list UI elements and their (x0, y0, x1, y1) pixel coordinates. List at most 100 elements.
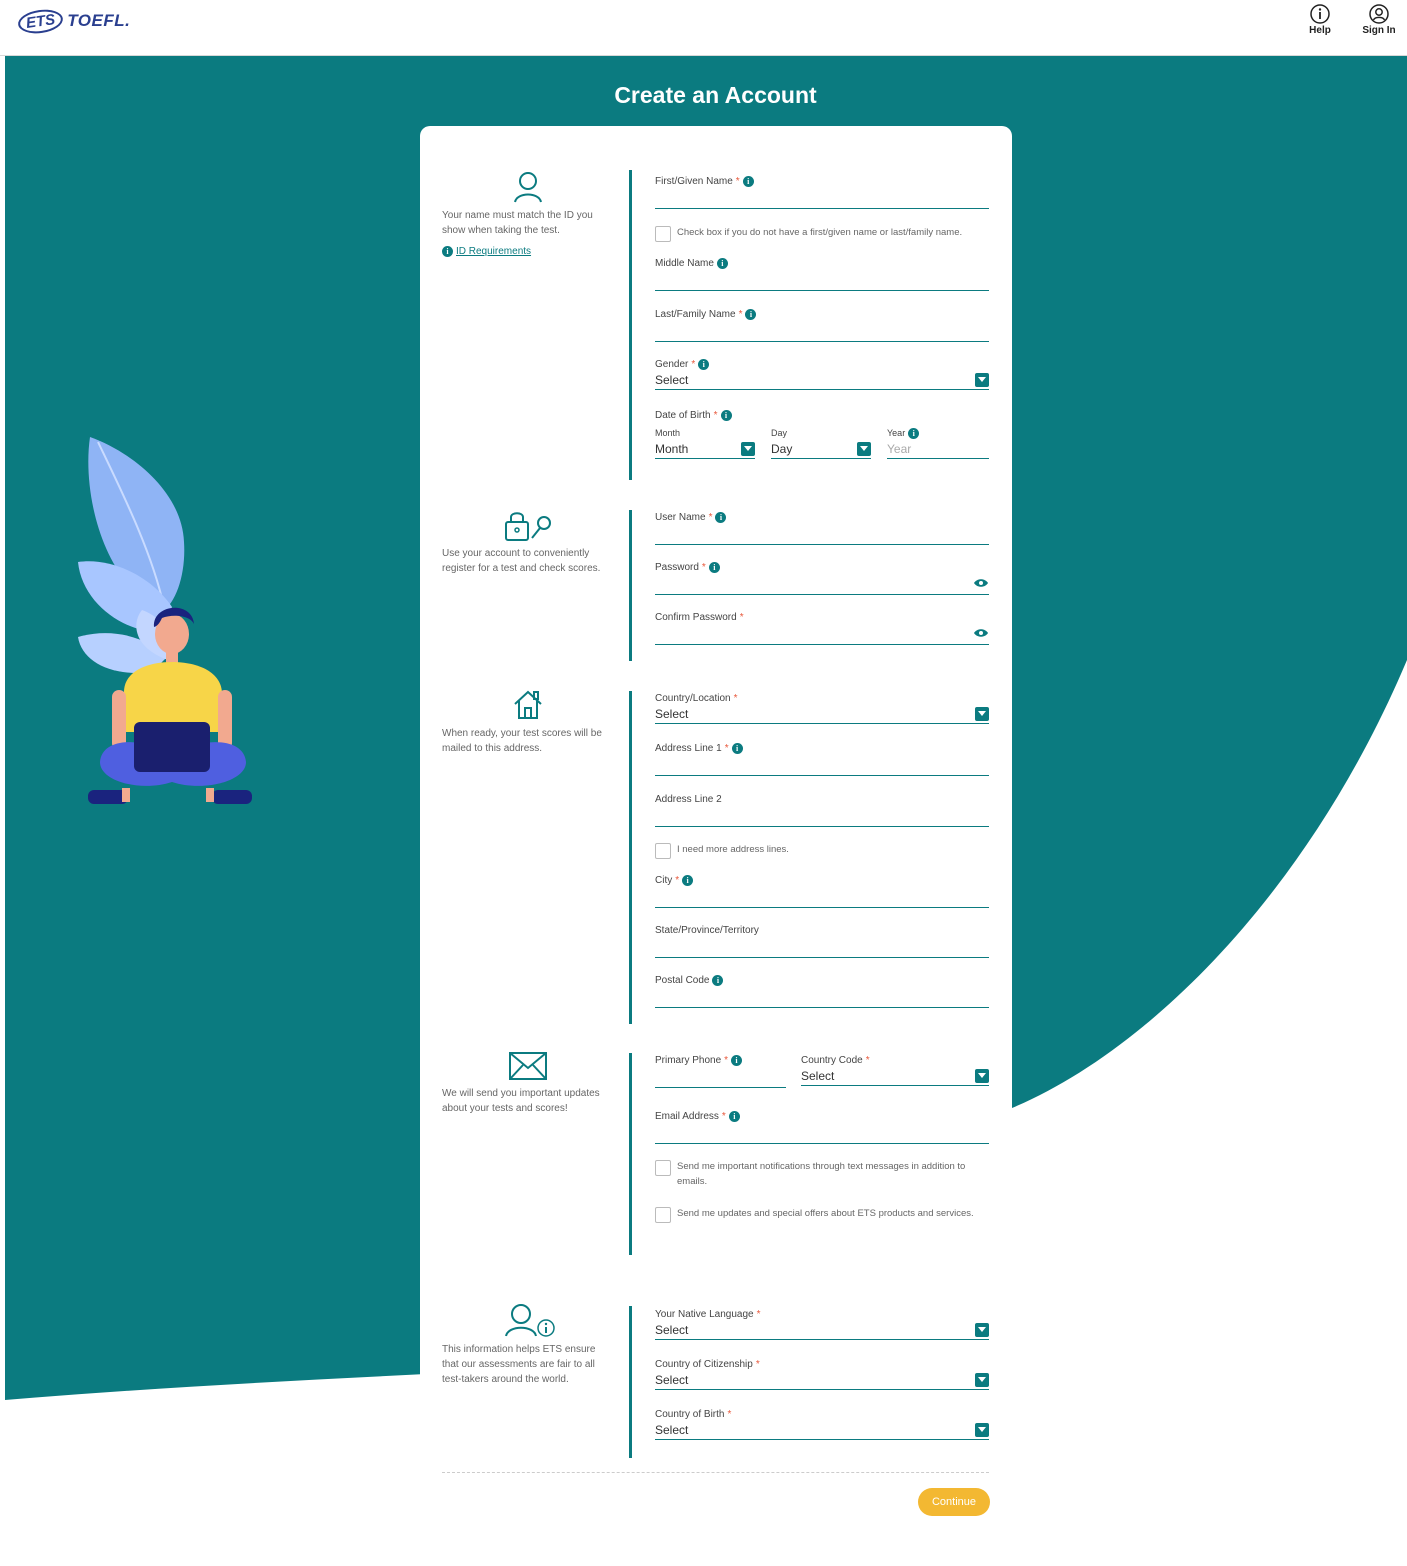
citizenship-value: Select (655, 1373, 689, 1387)
native-language-select[interactable]: Select (655, 1321, 989, 1340)
first-name-field[interactable]: First/Given Name * i (655, 174, 989, 209)
city-field[interactable]: City * i (655, 873, 989, 908)
email-input[interactable] (655, 1123, 989, 1144)
native-language-value: Select (655, 1323, 689, 1337)
password-input[interactable] (655, 574, 989, 595)
house-icon (514, 690, 542, 719)
info-icon[interactable]: i (716, 257, 728, 269)
continue-button[interactable]: Continue (918, 1488, 990, 1516)
address-section-sidebar: When ready, your test scores will be mai… (442, 688, 614, 756)
eye-icon[interactable] (973, 578, 989, 588)
birth-country-field[interactable]: Country of Birth * Select (655, 1407, 989, 1440)
required-marker: * (755, 1358, 760, 1370)
native-language-field[interactable]: Your Native Language * Select (655, 1307, 989, 1340)
required-marker: * (733, 692, 738, 704)
info-icon[interactable]: i (708, 561, 720, 573)
offers-checkbox-row[interactable]: Send me updates and special offers about… (655, 1206, 989, 1223)
chevron-down-icon (975, 1373, 989, 1387)
gender-field[interactable]: Gender * i Select (655, 357, 989, 390)
chevron-down-icon (975, 707, 989, 721)
email-field[interactable]: Email Address * i (655, 1109, 989, 1144)
required-marker: * (721, 1110, 726, 1122)
no-first-name-checkbox[interactable] (655, 226, 671, 242)
section-divider-bar (629, 170, 632, 480)
dob-day-field[interactable]: Day Day (771, 426, 871, 459)
chevron-down-icon (975, 1323, 989, 1337)
person-icon (514, 172, 542, 203)
country-label: Country/Location (655, 692, 731, 704)
address-section-description: When ready, your test scores will be mai… (442, 728, 602, 754)
primary-phone-input[interactable] (655, 1067, 786, 1088)
ets-toefl-logo[interactable]: ETS TOEFL. (16, 6, 130, 36)
country-field[interactable]: Country/Location * Select (655, 691, 989, 724)
user-circle-icon (1369, 4, 1389, 24)
required-marker: * (865, 1054, 870, 1066)
last-name-field[interactable]: Last/Family Name * i (655, 307, 989, 342)
dob-year-placeholder: Year (887, 442, 912, 456)
help-label: Help (1309, 25, 1331, 36)
no-first-name-checkbox-row[interactable]: Check box if you do not have a first/giv… (655, 225, 989, 242)
info-icon[interactable]: i (731, 1054, 743, 1066)
citizenship-field[interactable]: Country of Citizenship * Select (655, 1357, 989, 1390)
info-icon[interactable]: i (728, 1110, 740, 1122)
info-icon[interactable]: i (682, 874, 694, 886)
username-field[interactable]: User Name * i (655, 510, 989, 545)
required-marker: * (675, 874, 680, 886)
city-input[interactable] (655, 887, 989, 908)
first-name-input[interactable] (655, 188, 989, 209)
middle-name-input[interactable] (655, 270, 989, 291)
postal-code-field[interactable]: Postal Code i (655, 973, 989, 1008)
dob-year-field[interactable]: Year i Year (887, 426, 989, 459)
sms-notifications-checkbox[interactable] (655, 1160, 671, 1176)
eye-icon[interactable] (973, 628, 989, 638)
postal-code-input[interactable] (655, 987, 989, 1008)
confirm-password-input[interactable] (655, 624, 989, 645)
dob-month-field[interactable]: Month Month (655, 426, 755, 459)
required-marker: * (713, 409, 718, 421)
gender-select[interactable]: Select (655, 371, 989, 390)
info-icon[interactable]: i (742, 175, 754, 187)
address-line-1-field[interactable]: Address Line 1 * i (655, 741, 989, 776)
country-code-select[interactable]: Select (801, 1067, 989, 1086)
info-icon[interactable]: i (908, 427, 920, 439)
dob-month-select[interactable]: Month (655, 440, 755, 459)
info-icon: i (442, 246, 453, 257)
info-icon[interactable]: i (745, 308, 757, 320)
info-icon[interactable]: i (720, 409, 732, 421)
form-footer-divider (442, 1472, 989, 1473)
offers-checkbox[interactable] (655, 1207, 671, 1223)
last-name-input[interactable] (655, 321, 989, 342)
country-select[interactable]: Select (655, 705, 989, 724)
help-button[interactable]: Help (1298, 3, 1342, 36)
sign-in-button[interactable]: Sign In (1357, 3, 1401, 36)
info-icon[interactable]: i (715, 511, 727, 523)
info-icon[interactable]: i (712, 974, 724, 986)
primary-phone-field[interactable]: Primary Phone * i (655, 1053, 786, 1088)
address-line-2-input[interactable] (655, 806, 989, 827)
sms-notifications-checkbox-row[interactable]: Send me important notifications through … (655, 1159, 989, 1189)
state-input[interactable] (655, 937, 989, 958)
birth-country-select[interactable]: Select (655, 1421, 989, 1440)
offers-label: Send me updates and special offers about… (677, 1208, 974, 1219)
more-address-lines-checkbox[interactable] (655, 843, 671, 859)
citizenship-select[interactable]: Select (655, 1371, 989, 1390)
id-requirements-link[interactable]: i ID Requirements (442, 244, 614, 259)
confirm-password-field[interactable]: Confirm Password * (655, 610, 989, 645)
sign-in-label: Sign In (1362, 25, 1396, 36)
birth-country-value: Select (655, 1423, 689, 1437)
state-field[interactable]: State/Province/Territory (655, 923, 989, 958)
date-of-birth-group: Date of Birth * i (655, 408, 989, 422)
info-icon[interactable]: i (731, 742, 743, 754)
country-code-field[interactable]: Country Code * Select (801, 1053, 989, 1086)
address-line-1-input[interactable] (655, 755, 989, 776)
address-line-2-label: Address Line 2 (655, 793, 722, 805)
dob-day-select[interactable]: Day (771, 440, 871, 459)
dob-year-input[interactable]: Year (887, 440, 989, 459)
postal-code-label: Postal Code (655, 974, 710, 986)
more-address-lines-checkbox-row[interactable]: I need more address lines. (655, 842, 989, 859)
username-input[interactable] (655, 524, 989, 545)
middle-name-field[interactable]: Middle Name i (655, 256, 989, 291)
info-icon[interactable]: i (698, 358, 710, 370)
address-line-2-field[interactable]: Address Line 2 (655, 792, 989, 827)
password-field[interactable]: Password * i (655, 560, 989, 595)
